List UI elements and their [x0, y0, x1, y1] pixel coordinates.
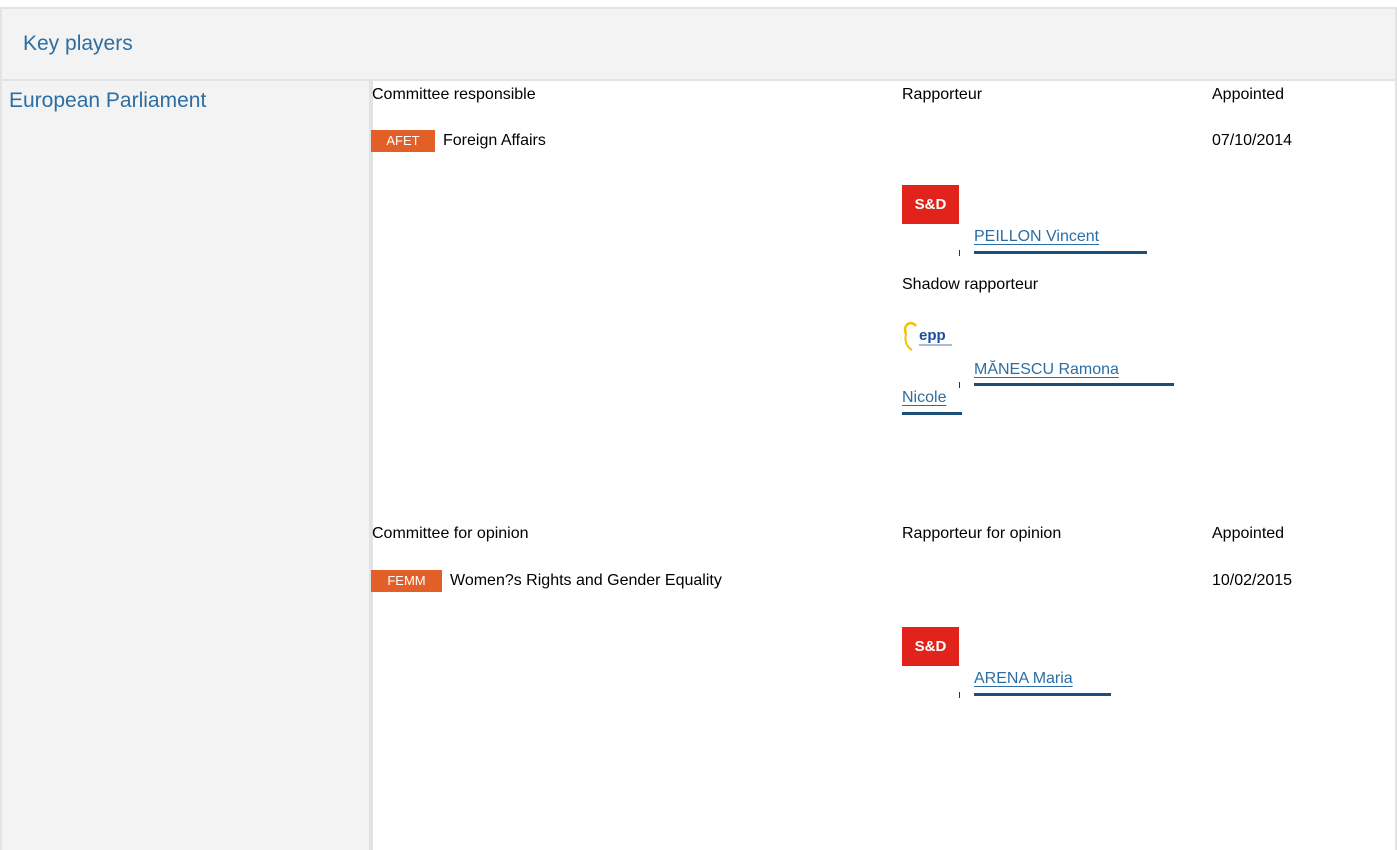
sd-group-logo: S&D: [902, 627, 959, 666]
epp-group-logo: epp: [903, 322, 952, 351]
appointed-date-opinion: 10/02/2015: [1212, 572, 1293, 589]
shadow-rapporteur-underline-line2: [902, 412, 962, 415]
col-header-committee-opinion: Committee for opinion: [372, 525, 529, 542]
opinion-rapporteur-link[interactable]: ARENA Maria: [974, 669, 1073, 689]
col-header-rapporteur-opinion: Rapporteur for opinion: [902, 525, 1062, 542]
panel-header: Key players: [2, 9, 1395, 81]
panel-title: Key players: [23, 32, 133, 55]
col-header-appointed-opinion: Appointed: [1212, 525, 1285, 542]
logo-tick: [959, 250, 960, 256]
sd-group-logo: S&D: [902, 185, 959, 224]
shadow-rapporteur-link[interactable]: MĂNESCU Ramona: [974, 360, 1119, 380]
logo-tick: [959, 382, 960, 388]
appointed-date: 07/10/2014: [1212, 132, 1293, 149]
committee-name-foreign-affairs[interactable]: Foreign Affairs: [443, 131, 546, 151]
col-header-committee-responsible: Committee responsible: [372, 86, 536, 103]
rapporteur-link[interactable]: PEILLON Vincent: [974, 227, 1099, 247]
key-players-panel: Key players European Parliament: [0, 7, 1397, 850]
shadow-rapporteur-label: Shadow rapporteur: [902, 276, 1039, 293]
committee-badge-afet[interactable]: AFET: [371, 130, 435, 152]
column-divider: [369, 81, 373, 850]
committee-badge-femm[interactable]: FEMM: [371, 570, 442, 592]
epp-logo-text: epp: [919, 327, 946, 344]
rapporteur-underline: [974, 251, 1147, 254]
shadow-rapporteur-link-line2[interactable]: Nicole: [902, 388, 946, 408]
col-header-appointed: Appointed: [1212, 86, 1285, 103]
committee-name-femm[interactable]: Women?s Rights and Gender Equality: [450, 571, 722, 591]
opinion-rapporteur-underline: [974, 693, 1111, 696]
institution-label: European Parliament: [9, 89, 207, 112]
shadow-rapporteur-underline: [974, 383, 1174, 386]
logo-tick: [959, 692, 960, 698]
col-header-rapporteur: Rapporteur: [902, 86, 983, 103]
institution-column: European Parliament: [2, 81, 370, 850]
